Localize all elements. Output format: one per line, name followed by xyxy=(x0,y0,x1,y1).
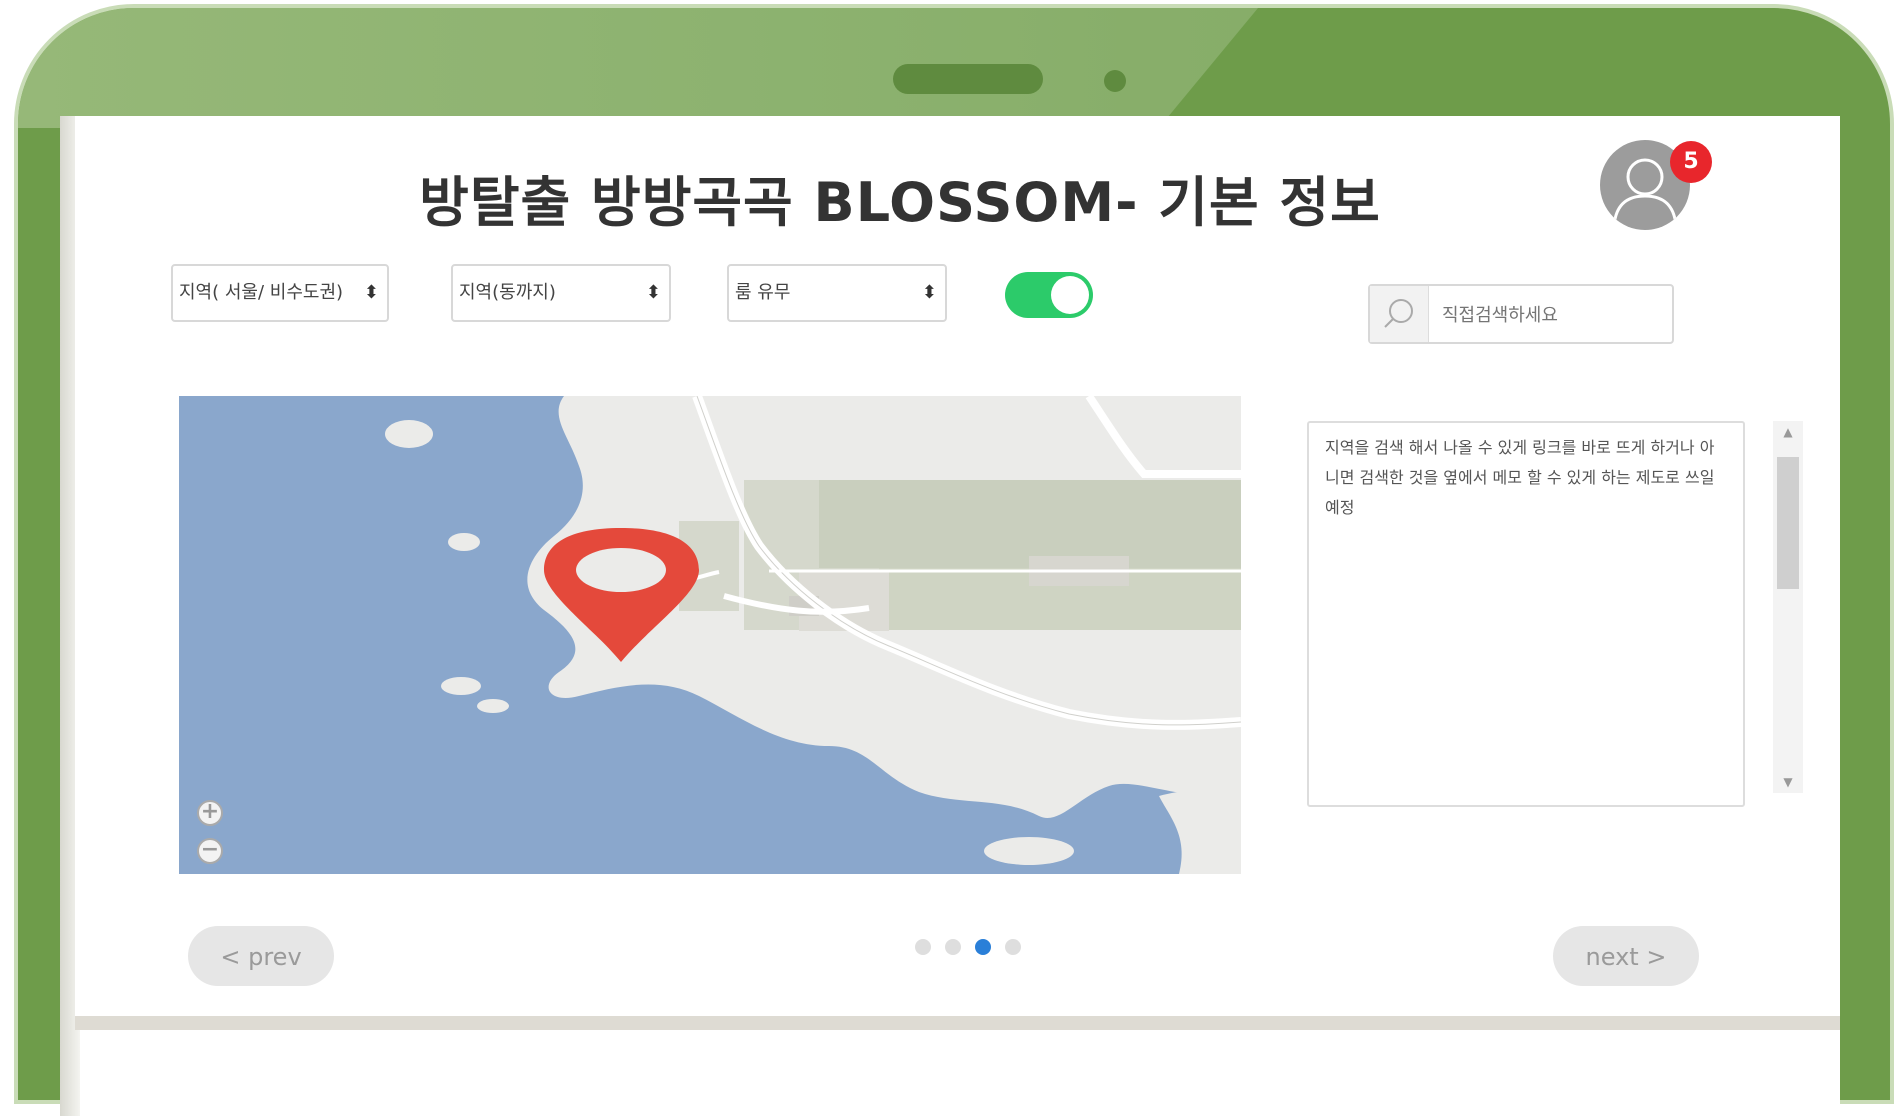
scroll-up-icon[interactable]: ▲ xyxy=(1773,425,1803,439)
availability-select-value: 룸 유무 xyxy=(735,282,791,303)
select-arrows-icon: ⬍ xyxy=(645,282,661,303)
page-title: 방탈출 방방곡곡 BLOSSOM- 기본 정보 xyxy=(419,171,1381,234)
prev-button[interactable]: < prev xyxy=(188,926,334,986)
page-dot[interactable] xyxy=(915,939,931,955)
speaker-slot xyxy=(893,64,1043,94)
availability-select[interactable]: 룸 유무 ⬍ xyxy=(727,264,947,322)
pagination-dots xyxy=(915,939,1025,959)
app-content: 방탈출 방방곡곡 BLOSSOM- 기본 정보 5 지역( 서울/ 비수도권) … xyxy=(75,116,1840,1016)
search-box[interactable] xyxy=(1368,284,1674,344)
next-button[interactable]: next > xyxy=(1553,926,1699,986)
content-divider xyxy=(75,1016,1840,1030)
region-select-value: 지역( 서울/ 비수도권) xyxy=(179,282,344,303)
select-arrows-icon: ⬍ xyxy=(363,282,379,303)
region-select[interactable]: 지역( 서울/ 비수도권) ⬍ xyxy=(171,264,389,322)
scroll-thumb[interactable] xyxy=(1777,457,1799,589)
memo-textarea[interactable]: 지역을 검색 해서 나올 수 있게 링크를 바로 뜨게 하거나 아니면 검색한 … xyxy=(1307,421,1745,807)
frame-highlight xyxy=(18,8,1258,128)
camera-icon xyxy=(1104,70,1126,92)
area-select-value: 지역(동까지) xyxy=(459,282,556,303)
toggle-switch[interactable] xyxy=(1005,272,1093,318)
page-dot[interactable] xyxy=(1005,939,1021,955)
scroll-down-icon[interactable]: ▼ xyxy=(1773,775,1803,789)
page-dot-active[interactable] xyxy=(975,939,991,955)
map-view[interactable]: + − xyxy=(179,396,1241,874)
zoom-in-icon[interactable]: + xyxy=(197,800,223,826)
notification-badge[interactable]: 5 xyxy=(1670,141,1712,183)
select-arrows-icon: ⬍ xyxy=(921,282,937,303)
search-icon[interactable] xyxy=(1370,286,1429,342)
memo-scrollbar[interactable]: ▲ ▼ xyxy=(1773,421,1803,793)
zoom-out-icon[interactable]: − xyxy=(197,838,223,864)
page-dot[interactable] xyxy=(945,939,961,955)
toggle-knob xyxy=(1051,276,1089,314)
area-select[interactable]: 지역(동까지) ⬍ xyxy=(451,264,671,322)
search-input[interactable] xyxy=(1440,296,1664,334)
